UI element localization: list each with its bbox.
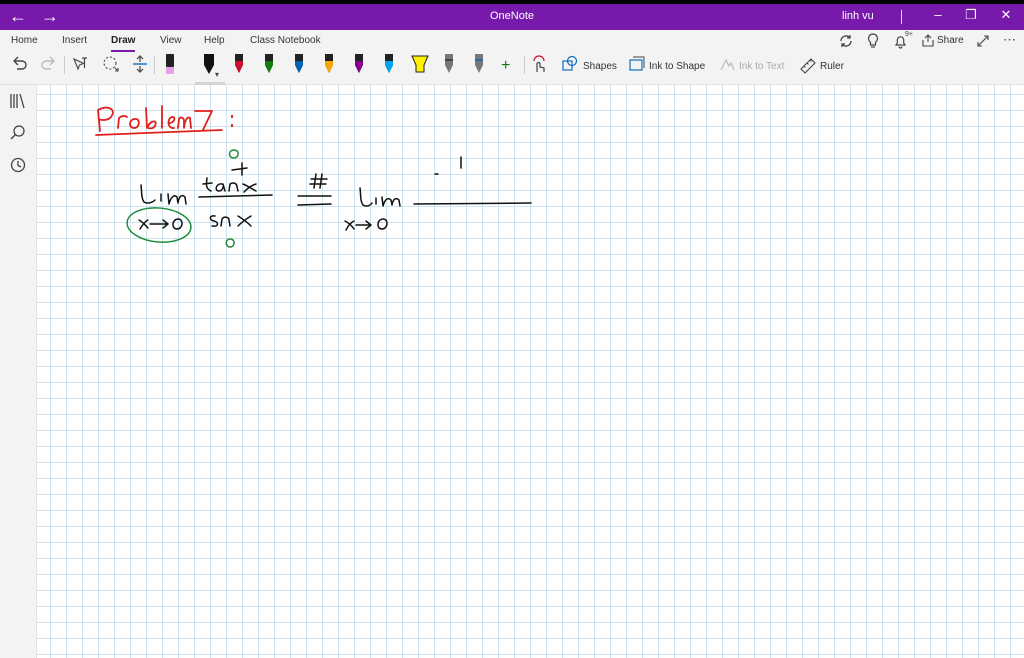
note-canvas[interactable] — [37, 85, 1024, 658]
type-select-icon[interactable] — [71, 52, 89, 76]
toolbar-divider — [524, 56, 525, 74]
title-separator — [901, 10, 902, 24]
ink-to-text-icon — [720, 58, 735, 71]
ruler-button[interactable]: Ruler — [820, 61, 844, 72]
recent-clock-icon[interactable] — [8, 155, 28, 175]
tab-class-notebook[interactable]: Class Notebook — [250, 35, 321, 46]
tab-help[interactable]: Help — [204, 35, 225, 46]
cyan-pen-icon[interactable] — [382, 52, 396, 76]
handwritten-ink — [95, 105, 532, 248]
toolbar-divider — [154, 56, 155, 74]
limit-expression-ink — [138, 156, 532, 231]
toolbar-divider — [64, 56, 65, 74]
shapes-button[interactable]: Shapes — [583, 61, 617, 72]
lasso-select-icon[interactable] — [101, 52, 121, 76]
ink-to-text-button: Ink to Text — [739, 61, 785, 72]
share-button[interactable]: Share — [937, 35, 964, 46]
ink-to-shape-icon[interactable] — [628, 52, 646, 76]
minimize-icon[interactable]: – — [928, 7, 948, 22]
undo-icon[interactable] — [10, 52, 28, 76]
chevron-down-icon[interactable]: ▾ — [215, 70, 219, 79]
orange-pen-icon[interactable] — [322, 52, 336, 76]
add-pen-icon[interactable]: + — [501, 57, 510, 75]
purple-pen-icon[interactable] — [352, 52, 366, 76]
pencil-black-icon[interactable] — [442, 52, 456, 76]
yellow-highlighter-icon[interactable] — [410, 52, 430, 76]
more-options-icon[interactable]: ⋯ — [1003, 32, 1016, 48]
tab-draw[interactable]: Draw — [111, 35, 136, 52]
tab-view[interactable]: View — [160, 35, 182, 46]
tab-home[interactable]: Home — [11, 35, 38, 46]
close-icon[interactable]: ✕ — [996, 7, 1016, 23]
black-pen-icon[interactable] — [202, 52, 216, 76]
notification-count: 9+ — [905, 31, 913, 38]
add-space-icon[interactable] — [131, 52, 149, 76]
restore-icon[interactable]: ❐ — [961, 7, 981, 23]
pencil-blue-icon[interactable] — [472, 52, 486, 76]
user-name[interactable]: linh vu — [842, 10, 874, 22]
ribbon: Home Insert Draw View Help Class Noteboo… — [0, 30, 1024, 113]
eraser-pen-icon[interactable] — [163, 52, 177, 76]
search-icon[interactable] — [8, 123, 28, 143]
navigation-rail — [0, 85, 37, 658]
green-pen-icon[interactable] — [262, 52, 276, 76]
blue-pen-icon[interactable] — [292, 52, 306, 76]
tab-insert[interactable]: Insert — [62, 35, 87, 46]
ruler-icon[interactable] — [799, 52, 817, 76]
notebooks-icon[interactable] — [8, 91, 28, 111]
ink-to-shape-button[interactable]: Ink to Shape — [649, 61, 705, 72]
redo-icon[interactable] — [40, 52, 58, 76]
title-bar: ← → OneNote linh vu – ❐ ✕ — [0, 4, 1024, 30]
shapes-icon[interactable] — [561, 52, 579, 76]
red-pen-icon[interactable] — [232, 52, 246, 76]
touch-draw-icon[interactable] — [530, 52, 548, 76]
expand-icon[interactable] — [976, 34, 990, 48]
share-icon[interactable] — [921, 34, 935, 48]
sync-icon[interactable] — [838, 33, 854, 49]
heading-ink-problem-7 — [95, 105, 234, 136]
lightbulb-icon[interactable] — [866, 33, 880, 49]
